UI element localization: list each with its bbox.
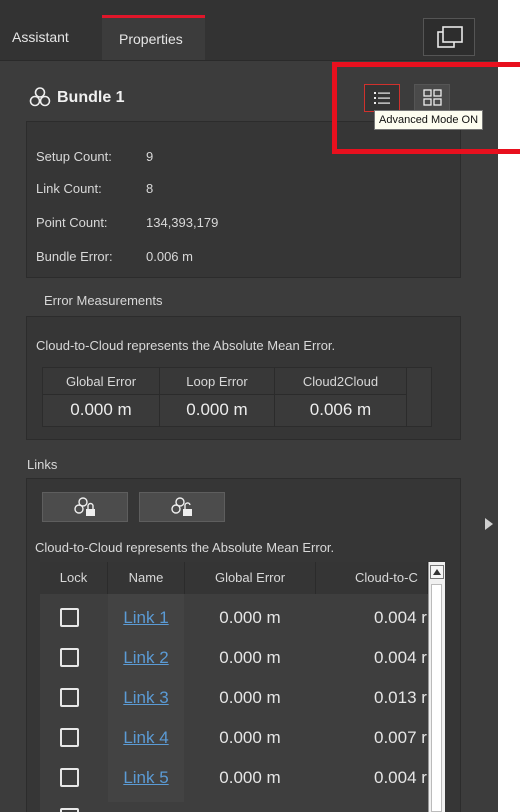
global-error-value: 0.000 m xyxy=(43,395,160,427)
point-count-value: 134,393,179 xyxy=(146,215,219,230)
table-row: Link 5 0.000 m 0.004 r xyxy=(40,754,428,802)
loop-error-value: 0.000 m xyxy=(160,395,275,427)
links-header: Links xyxy=(27,457,58,472)
tab-bar: Assistant Properties xyxy=(0,0,498,61)
tab-assistant[interactable]: Assistant xyxy=(0,15,100,60)
expand-arrow-icon[interactable] xyxy=(485,518,493,530)
error-col-global: Global Error xyxy=(43,368,160,395)
lock-checkbox[interactable] xyxy=(60,608,79,627)
lock-links-button[interactable] xyxy=(42,492,128,522)
highlight-annotation xyxy=(332,62,520,154)
tooltip: Advanced Mode ON xyxy=(374,110,484,130)
lock-checkbox[interactable] xyxy=(60,808,79,812)
link-global-error: 0.000 m xyxy=(219,768,281,787)
error-note: Cloud-to-Cloud represents the Absolute M… xyxy=(36,338,336,353)
error-col-cloud2cloud: Cloud2Cloud xyxy=(275,368,407,395)
scroll-up-icon xyxy=(433,569,441,575)
scrollbar-thumb[interactable] xyxy=(431,584,442,812)
links-col-name[interactable]: Name xyxy=(108,562,185,594)
lock-checkbox[interactable] xyxy=(60,768,79,787)
tab-properties[interactable]: Properties xyxy=(102,15,205,60)
bundle-error-label: Bundle Error: xyxy=(36,249,113,264)
links-col-cloud-to-cloud[interactable]: Cloud-to-C xyxy=(316,562,428,594)
error-measurements-header: Error Measurements xyxy=(44,293,163,308)
link-name[interactable]: Link 5 xyxy=(108,754,184,802)
point-count-label: Point Count: xyxy=(36,215,108,230)
setup-count-label: Setup Count: xyxy=(36,149,112,164)
links-col-lock[interactable]: Lock xyxy=(40,562,108,594)
links-scrollbar[interactable] xyxy=(428,562,445,812)
unlock-link-icon xyxy=(171,497,192,516)
setup-count-value: 9 xyxy=(146,149,154,164)
table-row xyxy=(40,802,428,812)
scroll-up-button[interactable] xyxy=(430,565,444,579)
link-cloud-to-cloud: 0.004 r xyxy=(316,754,428,802)
link-count-label: Link Count: xyxy=(36,181,102,196)
bundle-error-value: 0.006 m xyxy=(146,249,193,264)
lock-checkbox[interactable] xyxy=(60,728,79,747)
bundle-icon xyxy=(29,87,51,107)
lock-checkbox[interactable] xyxy=(60,648,79,667)
cloud2cloud-value: 0.006 m xyxy=(275,395,407,427)
links-col-global-error[interactable]: Global Error xyxy=(185,562,316,594)
error-table: Global Error Loop Error Cloud2Cloud 0.00… xyxy=(42,367,432,427)
lock-link-icon xyxy=(74,497,95,516)
link-c2c-value: 0.004 r xyxy=(374,768,427,787)
bundle-title: Bundle 1 xyxy=(57,89,125,106)
error-col-loop: Loop Error xyxy=(160,368,275,395)
layout-panel-icon xyxy=(437,26,463,48)
link-count-value: 8 xyxy=(146,181,154,196)
unlock-links-button[interactable] xyxy=(139,492,225,522)
layout-panel-button[interactable] xyxy=(423,18,475,56)
lock-checkbox[interactable] xyxy=(60,688,79,707)
links-note: Cloud-to-Cloud represents the Absolute M… xyxy=(35,540,335,555)
